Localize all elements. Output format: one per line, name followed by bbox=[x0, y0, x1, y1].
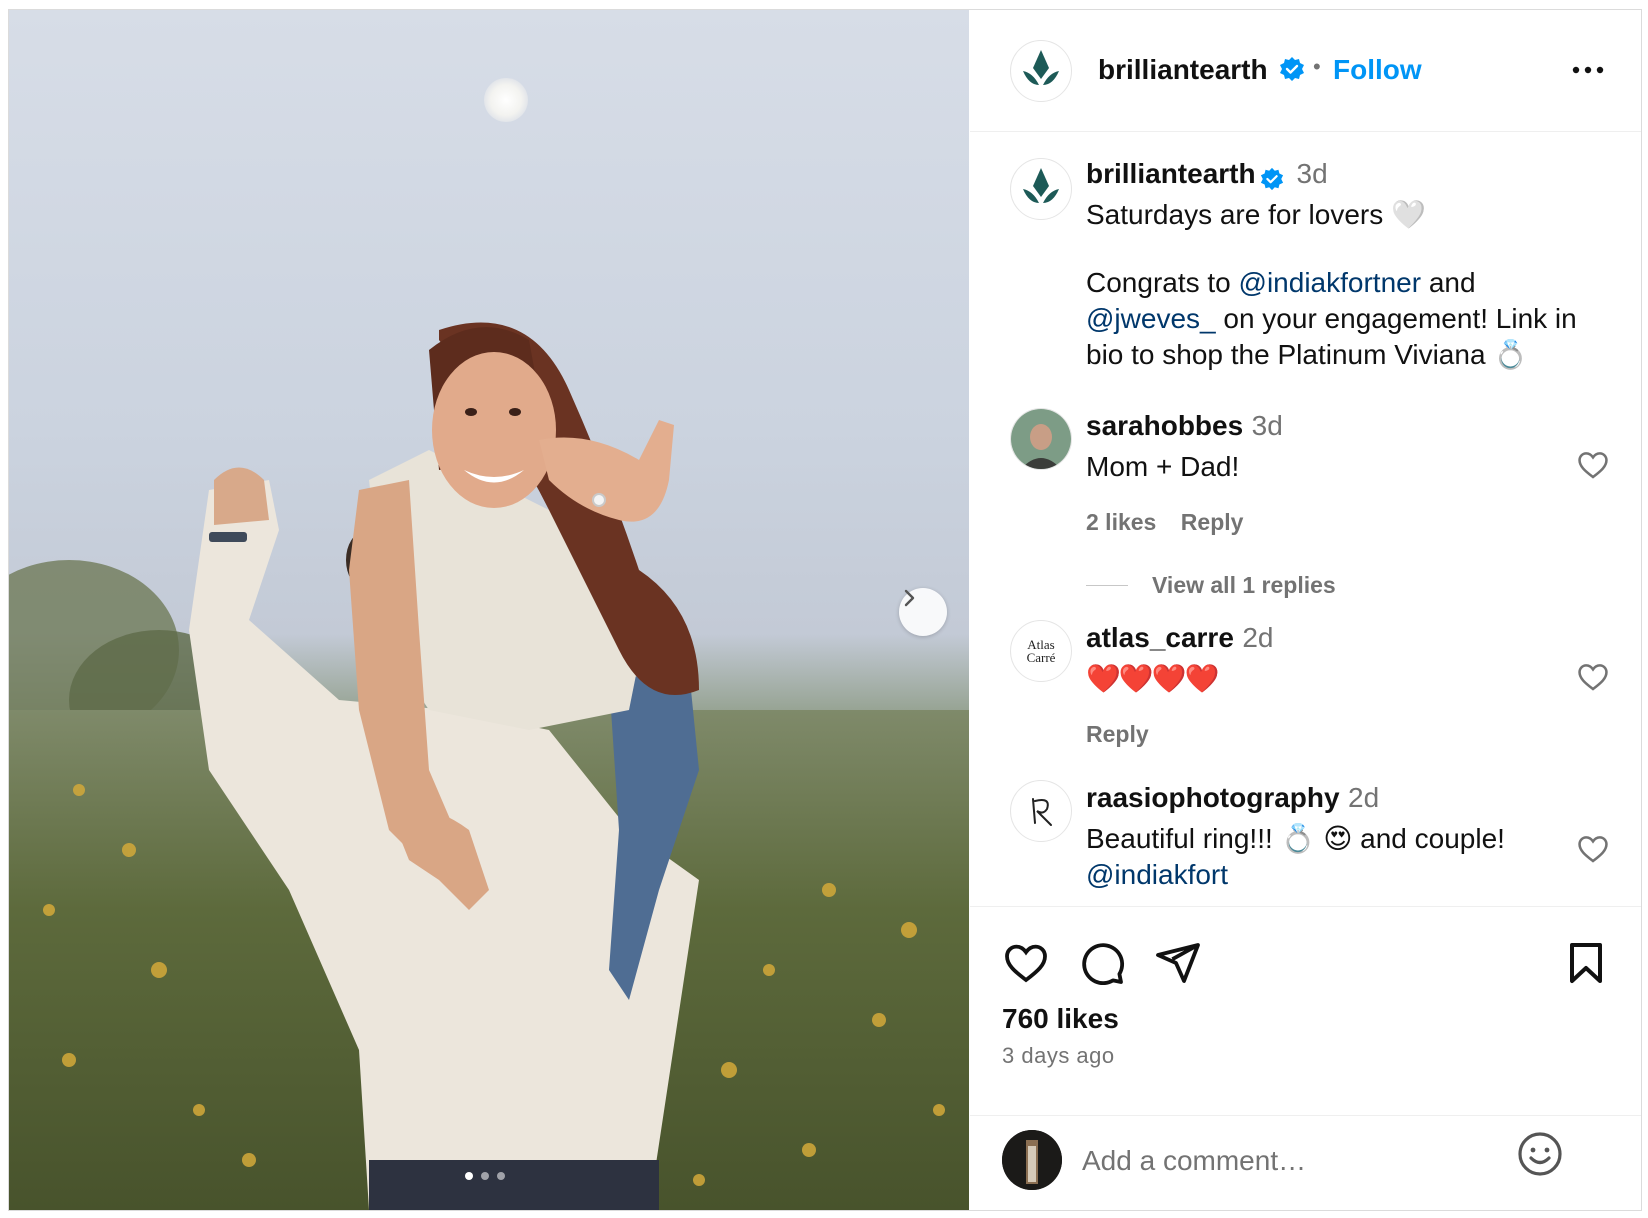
header-separator: • bbox=[1313, 54, 1321, 79]
carousel-dot bbox=[481, 1172, 489, 1180]
chevron-right-icon bbox=[904, 589, 915, 607]
share-send-icon[interactable] bbox=[1154, 939, 1202, 987]
comment-username[interactable]: atlas_carre bbox=[1086, 622, 1234, 653]
caption-rest1: on your engagement! Link in bbox=[1215, 303, 1577, 334]
comment-bubble-icon[interactable] bbox=[1078, 939, 1126, 987]
save-bookmark-icon[interactable] bbox=[1562, 939, 1610, 987]
like-comment-heart-icon[interactable] bbox=[1576, 448, 1610, 482]
avatar-logo-text: Carré bbox=[1026, 650, 1056, 665]
like-heart-icon[interactable] bbox=[1002, 939, 1050, 987]
comment-row: Atlas Carré atlas_carre 2d ❤️❤️❤️❤️ Repl… bbox=[1010, 620, 1610, 747]
caption-username[interactable]: brilliantearth bbox=[1086, 158, 1256, 189]
brilliant-earth-logo-icon bbox=[1023, 168, 1059, 203]
caption-body: Congrats to @indiakfortner and @jweves_ … bbox=[1086, 265, 1606, 373]
comment-time[interactable]: 3d bbox=[1252, 410, 1283, 441]
comment-row: sarahobbes 3d Mom + Dad! 2 likes Reply V… bbox=[1010, 408, 1610, 598]
reply-button[interactable]: Reply bbox=[1181, 509, 1244, 535]
post-time[interactable]: 3 days ago bbox=[1002, 1043, 1115, 1069]
verified-badge-icon bbox=[1280, 57, 1304, 81]
action-bar: 760 likes 3 days ago bbox=[970, 906, 1641, 1210]
signature-logo-icon bbox=[1032, 798, 1052, 826]
post-card: brilliantearth • Follow brilliantearth 3… bbox=[8, 9, 1642, 1211]
caption-and: and bbox=[1421, 267, 1476, 298]
caption-rest2: bio to shop the Platinum Viviana 💍 bbox=[1086, 339, 1529, 370]
comment-time[interactable]: 2d bbox=[1348, 782, 1379, 813]
follow-button[interactable]: Follow bbox=[1333, 54, 1422, 86]
post-photo[interactable] bbox=[9, 10, 969, 1210]
comment-likes[interactable]: 2 likes bbox=[1086, 509, 1156, 535]
replies-divider bbox=[1086, 585, 1128, 586]
comment-time[interactable]: 2d bbox=[1242, 622, 1273, 653]
add-comment-bar bbox=[970, 1115, 1641, 1210]
commenter-avatar[interactable] bbox=[1010, 408, 1072, 470]
caption-line1: Saturdays are for lovers 🤍 bbox=[1086, 199, 1426, 230]
commenter-avatar[interactable] bbox=[1010, 780, 1072, 842]
carousel-dot bbox=[465, 1172, 473, 1180]
mention-link[interactable]: @indiakfort bbox=[1086, 857, 1606, 893]
comment-username[interactable]: sarahobbes bbox=[1086, 410, 1243, 441]
caption-row: brilliantearth 3d Saturdays are for love… bbox=[1010, 156, 1610, 396]
comment-text: ❤️❤️❤️❤️ bbox=[1086, 663, 1219, 694]
like-comment-heart-icon[interactable] bbox=[1576, 832, 1610, 866]
commenter-avatar[interactable]: Atlas Carré bbox=[1010, 620, 1072, 682]
brand-avatar[interactable] bbox=[1010, 158, 1072, 220]
next-photo-button[interactable] bbox=[899, 588, 947, 636]
carousel-indicator bbox=[465, 1172, 505, 1180]
caption-congrats: Congrats to bbox=[1086, 267, 1239, 298]
caption-time[interactable]: 3d bbox=[1297, 158, 1328, 189]
like-comment-heart-icon[interactable] bbox=[1576, 660, 1610, 694]
comment-text: Mom + Dad! bbox=[1086, 451, 1240, 482]
reply-button[interactable]: Reply bbox=[1086, 721, 1149, 747]
current-user-avatar[interactable] bbox=[1002, 1130, 1062, 1190]
photo-illustration bbox=[9, 78, 969, 1210]
header-username[interactable]: brilliantearth bbox=[1098, 54, 1268, 86]
emoji-picker-icon[interactable] bbox=[1516, 1130, 1564, 1178]
mention-link[interactable]: @jweves_ bbox=[1086, 303, 1216, 334]
likes-count[interactable]: 760 likes bbox=[1002, 1003, 1119, 1035]
more-options-icon[interactable] bbox=[1568, 60, 1608, 80]
post-header: brilliantearth • Follow bbox=[970, 10, 1641, 132]
brilliant-earth-logo-icon bbox=[1023, 50, 1059, 85]
comment-row: raasiophotography 2d Beautiful ring!!! 💍… bbox=[1010, 780, 1610, 905]
mention-link[interactable]: @indiakfortner bbox=[1239, 267, 1422, 298]
add-comment-input[interactable] bbox=[1080, 1140, 1514, 1182]
comment-username[interactable]: raasiophotography bbox=[1086, 782, 1340, 813]
comments-list[interactable]: brilliantearth 3d Saturdays are for love… bbox=[970, 132, 1641, 905]
profile-photo-icon bbox=[1011, 409, 1071, 469]
comment-text: Beautiful ring!!! 💍 😍 and couple! bbox=[1086, 823, 1505, 854]
post-side-panel: brilliantearth • Follow brilliantearth 3… bbox=[970, 10, 1641, 1210]
brand-avatar[interactable] bbox=[1010, 40, 1072, 102]
profile-photo-icon bbox=[1002, 1130, 1062, 1190]
carousel-dot bbox=[497, 1172, 505, 1180]
verified-badge-icon bbox=[1260, 167, 1284, 190]
view-replies-button[interactable]: View all 1 replies bbox=[1152, 572, 1336, 599]
